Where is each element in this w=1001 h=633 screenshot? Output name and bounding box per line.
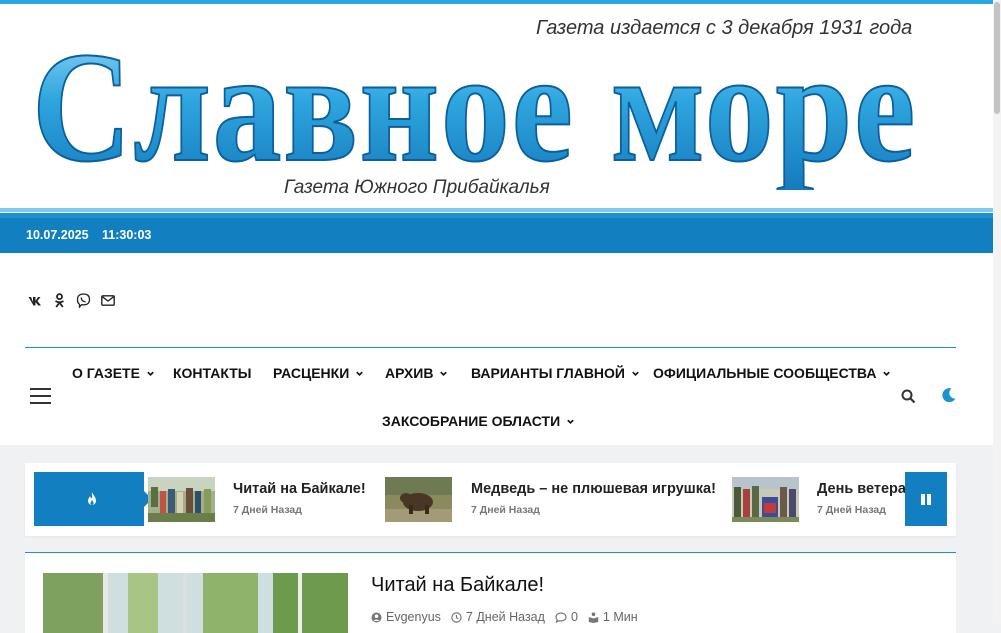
current-date: 10.07.2025 [26,228,89,242]
chevron-down-icon [883,371,891,376]
nav-item-legislative-assembly[interactable]: ЗАКСОБРАНИЕ ОБЛАСТИ [382,413,575,429]
nav-item-label: ОФИЦИАЛЬНЫЕ СООБЩЕСТВА [653,365,877,381]
post-title[interactable]: Читай на Байкале! [371,574,544,597]
post-date-text: 7 Дней Назад [465,610,545,624]
ticker-item-date: 7 Дней Назад [471,504,540,516]
nav-top-divider [25,347,956,348]
vk-icon[interactable] [28,293,43,308]
ticker-thumbnail[interactable] [732,477,799,522]
hamburger-menu-icon[interactable] [30,388,51,405]
featured-post: Читай на Байкале! Evgenyus 7 Дней Назад … [25,552,956,633]
chevron-down-icon [147,371,154,376]
viber-icon[interactable] [76,293,91,308]
chevron-down-icon [567,419,574,424]
user-icon [371,612,382,622]
nav-item-label: КОНТАКТЫ [173,365,252,381]
site-header: О ГАЗЕТЕ КОНТАКТЫ РАСЦЕНКИ АРХИВ ВАРИАНТ… [0,253,993,445]
ticker-thumbnail[interactable] [148,477,215,522]
post-author-name[interactable]: Evgenyus [386,610,441,624]
social-links [28,293,115,308]
chevron-down-icon [356,371,364,376]
nav-item-label: О ГАЗЕТЕ [72,365,140,381]
post-date: 7 Дней Назад [451,610,545,624]
search-icon[interactable] [901,389,916,404]
post-author[interactable]: Evgenyus [371,610,441,624]
post-meta: Evgenyus 7 Дней Назад 0 1 Мин [371,610,638,624]
odnoklassniki-icon[interactable] [52,293,67,308]
post-read-time-text: 1 Мин [602,610,638,624]
masthead-top-stripe [0,0,993,4]
dark-mode-toggle-icon[interactable] [940,387,957,404]
nav-item-label: АРХИВ [385,365,434,381]
clock-icon [451,611,462,623]
current-time: 11:30:03 [102,228,152,242]
nav-item-prices[interactable]: РАСЦЕНКИ [273,365,364,381]
ticker-item-date: 7 Дней Назад [233,504,302,516]
chevron-down-icon [440,371,448,376]
nav-item-home-variants[interactable]: ВАРИАНТЫ ГЛАВНОЙ [471,365,640,381]
post-comment-count[interactable]: 0 [571,610,578,624]
post-read-time: 1 Мин [588,610,638,624]
ticker-item-title[interactable]: Читай на Байкале! [233,481,366,497]
logo-wordmark: Славное море [32,20,917,190]
date-time-bar: 10.07.2025 11:30:03 [0,218,993,253]
nav-item-about[interactable]: О ГАЗЕТЕ [72,365,155,381]
comment-icon [555,611,567,623]
scrollbar-thumb[interactable] [994,2,1000,114]
mail-icon[interactable] [100,293,115,308]
news-ticker: Читай на Байкале! 7 Дней Назад Медведь –… [25,463,956,536]
post-thumbnail[interactable] [43,573,348,633]
masthead-stripe-light [0,208,993,212]
ticker-label-box [34,472,152,526]
ticker-item-date: 7 Дней Назад [817,504,886,516]
nav-item-label: РАСЦЕНКИ [273,365,350,381]
flame-icon [88,492,96,505]
masthead-subtitle: Газета Южного Прибайкалья [284,177,550,198]
page-scrollbar[interactable] [993,0,1001,623]
newspaper-logo[interactable]: Славное море [30,10,930,190]
pause-icon [921,493,931,505]
post-comments[interactable]: 0 [555,610,578,624]
ticker-thumbnail[interactable] [385,477,452,522]
nav-item-contacts[interactable]: КОНТАКТЫ [173,365,251,381]
reading-icon [588,611,599,623]
nav-item-archive[interactable]: АРХИВ [385,365,448,381]
ticker-pause-button[interactable] [905,472,947,526]
ticker-item-title[interactable]: Медведь – не плюшевая игрушка! [471,481,716,497]
nav-item-label: ВАРИАНТЫ ГЛАВНОЙ [471,365,625,381]
chevron-down-icon [632,371,639,376]
masthead-banner[interactable]: Газета издается с 3 декабря 1931 года Сл… [0,0,993,218]
nav-item-official-communities[interactable]: ОФИЦИАЛЬНЫЕ СООБЩЕСТВА [653,365,891,381]
nav-item-label: ЗАКСОБРАНИЕ ОБЛАСТИ [382,413,561,429]
